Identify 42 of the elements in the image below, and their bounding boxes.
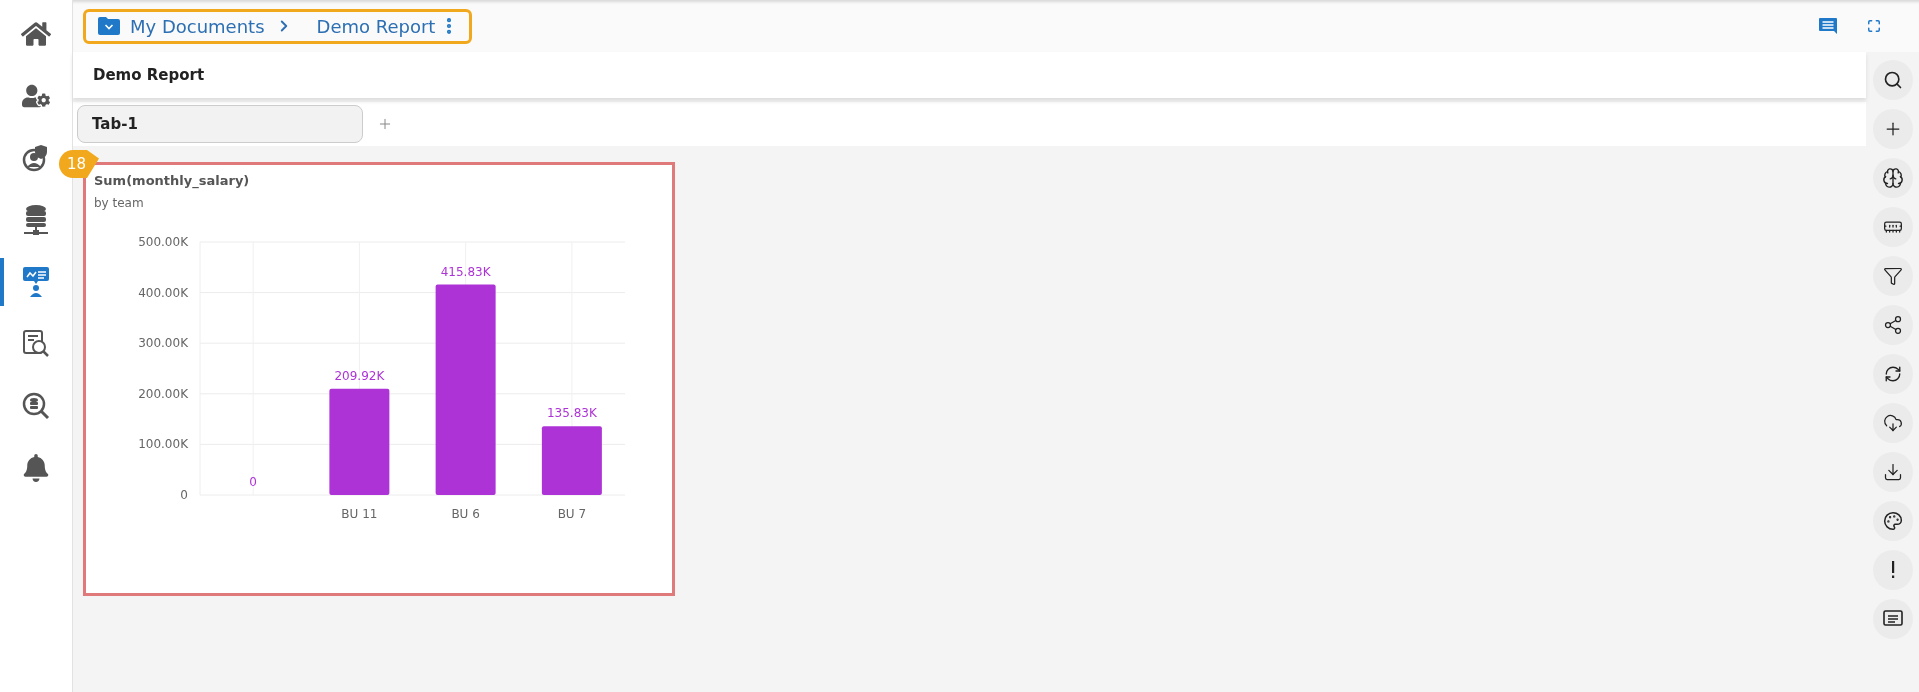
- value-label: 0: [249, 475, 257, 489]
- value-label: 135.83K: [546, 406, 597, 421]
- widget-subtitle: by team: [94, 196, 145, 210]
- download-icon: [1882, 462, 1903, 482]
- value-label: 415.83K: [440, 264, 491, 279]
- category-label: BU 6: [451, 507, 480, 521]
- folder-icon[interactable]: [98, 17, 120, 35]
- value-label: 209.92K: [334, 368, 385, 383]
- exclamation-icon: [1889, 561, 1896, 579]
- axis-tick-label: 0: [180, 488, 188, 502]
- cloud-download-icon: [1882, 413, 1903, 433]
- brain-icon: [1881, 167, 1904, 189]
- search-icon: [1882, 70, 1903, 90]
- report-title: Demo Report: [93, 66, 205, 84]
- breadcrumb-link[interactable]: My Documents: [130, 15, 265, 37]
- cloud-download-button[interactable]: [1872, 403, 1913, 443]
- tab[interactable]: Tab-1: [77, 105, 363, 143]
- download-button[interactable]: [1872, 452, 1913, 492]
- brain-button[interactable]: [1872, 158, 1913, 198]
- category-label: BU 11: [341, 507, 378, 521]
- filter-button[interactable]: [1872, 256, 1913, 296]
- comment-icon[interactable]: [1819, 17, 1837, 35]
- fullscreen-icon[interactable]: [1867, 19, 1881, 33]
- message-button[interactable]: [1872, 599, 1913, 639]
- bar: [541, 426, 602, 495]
- axis-tick-label: 500.00K: [138, 235, 188, 249]
- category-label: BU 7: [557, 507, 587, 521]
- breadcrumb-link[interactable]: Demo Report: [316, 15, 436, 37]
- share-button[interactable]: [1872, 305, 1913, 345]
- filter-icon: [1882, 266, 1903, 286]
- palette-icon: [1882, 511, 1903, 531]
- refresh-button[interactable]: [1872, 354, 1913, 394]
- plus-button[interactable]: [1872, 109, 1913, 149]
- search-button[interactable]: [1872, 60, 1913, 100]
- palette-button[interactable]: [1872, 501, 1913, 541]
- axis-tick-label: 400.00K: [138, 285, 188, 300]
- axis-tick-label: 100.00K: [138, 437, 188, 452]
- axis-tick-label: 300.00K: [138, 336, 188, 351]
- message-icon: [1882, 610, 1903, 628]
- axis-tick-label: 200.00K: [138, 386, 188, 401]
- share-icon: [1882, 315, 1903, 335]
- refresh-icon: [1883, 365, 1902, 383]
